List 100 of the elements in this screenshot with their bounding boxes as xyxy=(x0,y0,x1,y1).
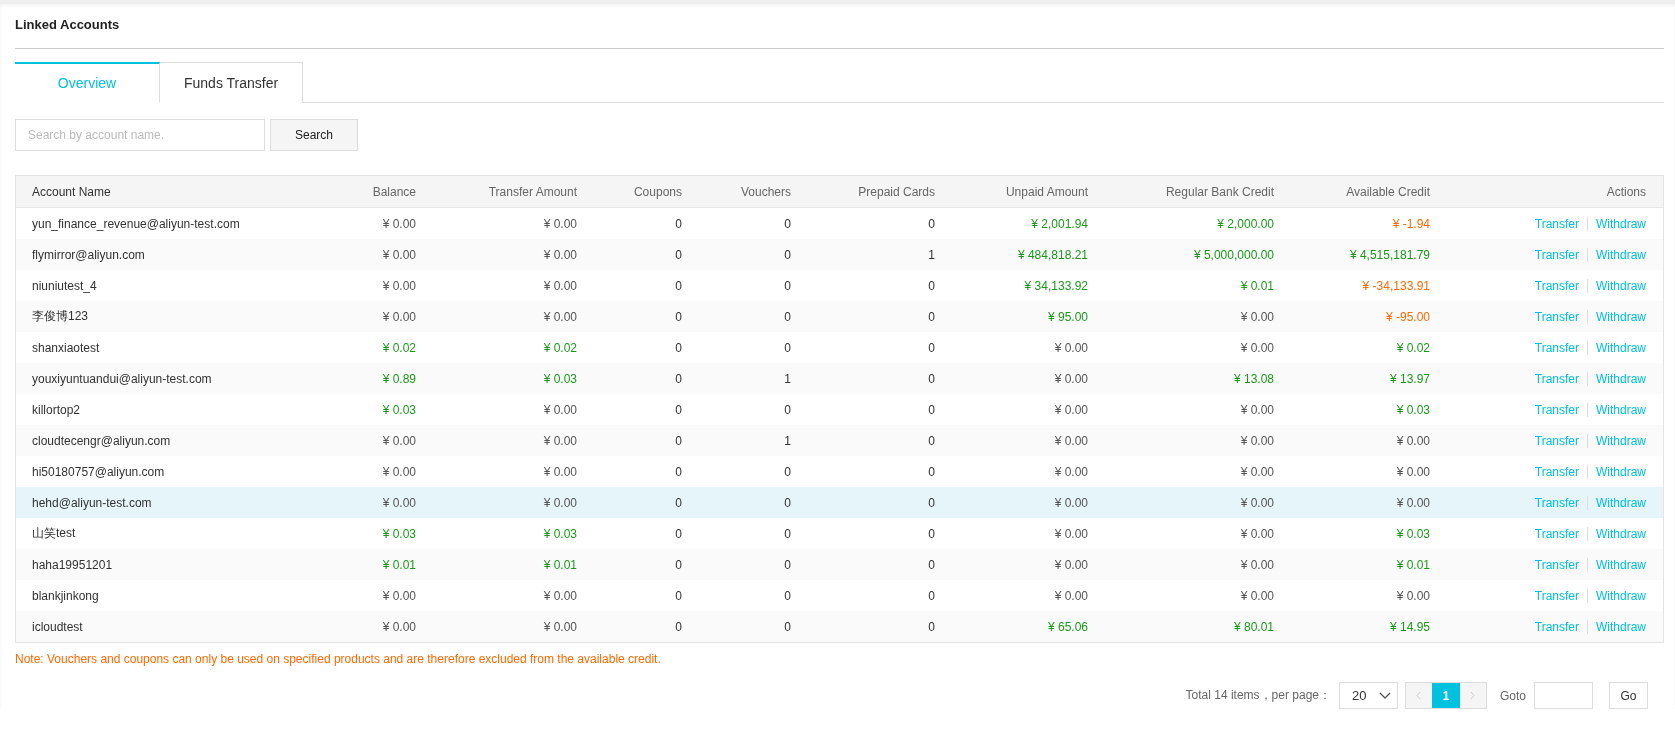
table-cell-text: ¥ 5,000,000.00 xyxy=(1192,247,1274,262)
page-button[interactable]: 1 xyxy=(1432,683,1460,708)
table-cell-text: 0 xyxy=(674,588,682,603)
action-link[interactable]: Withdraw xyxy=(1596,216,1646,231)
go-button[interactable]: Go xyxy=(1609,682,1648,709)
table-cell-text: ¥ 0.00 xyxy=(381,216,416,231)
action-link[interactable]: Transfer xyxy=(1534,557,1579,572)
table-cell-text: ¥ 65.06 xyxy=(1046,619,1088,634)
column-header: Balance xyxy=(371,184,416,199)
table-cell-text: 1 xyxy=(783,433,791,448)
table-cell-text: blankjinkong xyxy=(31,588,100,603)
goto-field[interactable] xyxy=(1534,682,1593,709)
action-link[interactable]: Transfer xyxy=(1534,588,1579,603)
search-field[interactable]: Search by account name. xyxy=(15,119,265,151)
action-link[interactable]: Transfer xyxy=(1534,495,1579,510)
chevron-left-icon xyxy=(1416,691,1422,700)
action-link[interactable]: Withdraw xyxy=(1596,402,1646,417)
table-cell-text: ¥ 0.00 xyxy=(1053,495,1088,510)
action-link[interactable]: Transfer xyxy=(1534,371,1579,386)
table-cell-text: 李俊博123 xyxy=(31,308,90,325)
table-cell-text: 0 xyxy=(674,309,682,324)
action-link[interactable]: Withdraw xyxy=(1596,247,1646,262)
table-cell-text: 0 xyxy=(674,526,682,541)
table-cell-text: ¥ 0.00 xyxy=(1395,464,1430,479)
action-link[interactable]: Withdraw xyxy=(1596,495,1646,510)
table-cell-text: 0 xyxy=(783,495,791,510)
table-cell-text: ¥ 0.00 xyxy=(542,402,577,417)
table-cell-text: ¥ 0.02 xyxy=(542,340,577,355)
table-cell-text: 0 xyxy=(783,619,791,634)
action-link[interactable]: Transfer xyxy=(1534,278,1579,293)
action-link[interactable]: Withdraw xyxy=(1596,526,1646,541)
table-cell-text: ¥ 0.00 xyxy=(1053,371,1088,386)
table-cell-text: 0 xyxy=(927,216,935,231)
table-cell-text: ¥ 0.03 xyxy=(381,402,416,417)
table-cell-text: 0 xyxy=(927,278,935,293)
action-link[interactable]: Withdraw xyxy=(1596,433,1646,448)
table-cell-text: 0 xyxy=(783,557,791,572)
table-cell-text: ¥ 2,000.00 xyxy=(1216,216,1274,231)
table-cell-text: ¥ 0.00 xyxy=(542,216,577,231)
table-cell-text: ¥ 0.00 xyxy=(381,464,416,479)
tab[interactable]: Overview xyxy=(15,62,160,103)
previous-page-button[interactable] xyxy=(1406,683,1432,708)
table-cell-text: ¥ 0.03 xyxy=(1395,402,1430,417)
action-link[interactable]: Transfer xyxy=(1534,526,1579,541)
action-link[interactable]: Transfer xyxy=(1534,216,1579,231)
tab[interactable]: Funds Transfer xyxy=(160,62,304,103)
chevron-right-icon xyxy=(1470,691,1476,700)
table-cell-text: hehd@aliyun-test.com xyxy=(31,495,153,510)
action-link[interactable]: Withdraw xyxy=(1596,309,1646,324)
table-cell-text: ¥ 484,818.21 xyxy=(1016,247,1088,262)
table-cell-text: killortop2 xyxy=(31,402,82,417)
action-link[interactable]: Transfer xyxy=(1534,247,1579,262)
table-cell-text: 0 xyxy=(927,495,935,510)
table-cell-text: ¥ 13.97 xyxy=(1388,371,1430,386)
action-link[interactable]: Withdraw xyxy=(1596,371,1646,386)
table-cell-text: ¥ 0.03 xyxy=(542,371,577,386)
note-text: Note: Vouchers and coupons can only be used on specified products and are therefore excluded from the available credit. xyxy=(15,652,662,666)
action-link[interactable]: Withdraw xyxy=(1596,619,1646,634)
action-link[interactable]: Withdraw xyxy=(1596,340,1646,355)
table-cell-text: ¥ 0.00 xyxy=(1053,557,1088,572)
action-link[interactable]: Withdraw xyxy=(1596,278,1646,293)
table-cell-text: 0 xyxy=(927,619,935,634)
table-cell-text: ¥ 0.00 xyxy=(1239,557,1274,572)
search-button[interactable]: Search xyxy=(270,119,358,151)
table-cell-text: yun_finance_revenue@aliyun-test.com xyxy=(31,216,241,231)
table-cell-text: 0 xyxy=(927,588,935,603)
action-link[interactable]: Transfer xyxy=(1534,464,1579,479)
table-cell-text: 0 xyxy=(783,216,791,231)
next-page-button[interactable] xyxy=(1460,683,1486,708)
table-cell-text: ¥ 0.00 xyxy=(1395,495,1430,510)
action-link[interactable]: Withdraw xyxy=(1596,464,1646,479)
chevron-down-icon xyxy=(1379,692,1391,699)
table-cell-text: ¥ 0.00 xyxy=(1239,464,1274,479)
table-cell-text: 0 xyxy=(674,402,682,417)
table-cell-text: ¥ 0.00 xyxy=(1239,433,1274,448)
table-cell-text: 0 xyxy=(927,433,935,448)
goto-label: Goto xyxy=(1500,688,1526,703)
table-cell-text: ¥ 34,133.92 xyxy=(1023,278,1088,293)
action-link[interactable]: Transfer xyxy=(1534,402,1579,417)
table-cell-text: ¥ 0.00 xyxy=(381,433,416,448)
action-link[interactable]: Transfer xyxy=(1534,340,1579,355)
action-link[interactable]: Transfer xyxy=(1534,619,1579,634)
table-cell-text: 0 xyxy=(674,464,682,479)
table-cell-text: 0 xyxy=(674,495,682,510)
table-cell-text: 0 xyxy=(674,216,682,231)
action-link[interactable]: Withdraw xyxy=(1596,588,1646,603)
table-cell-text: ¥ -34,133.91 xyxy=(1361,278,1430,293)
table-cell-text: shanxiaotest xyxy=(31,340,101,355)
table-cell-text: ¥ 0.01 xyxy=(1395,557,1430,572)
table-cell-text: ¥ 0.00 xyxy=(1053,526,1088,541)
page-size-select[interactable]: 20 xyxy=(1339,682,1398,709)
action-link[interactable]: Transfer xyxy=(1534,309,1579,324)
table-cell-text: 0 xyxy=(927,526,935,541)
action-link[interactable]: Withdraw xyxy=(1596,557,1646,572)
table-cell-text: 0 xyxy=(927,371,935,386)
table-cell-text: ¥ 0.00 xyxy=(1053,340,1088,355)
table-cell-text: 0 xyxy=(783,340,791,355)
action-link[interactable]: Transfer xyxy=(1534,433,1579,448)
table-cell-text: ¥ 0.00 xyxy=(1395,433,1430,448)
table-cell-text: ¥ 0.00 xyxy=(542,433,577,448)
